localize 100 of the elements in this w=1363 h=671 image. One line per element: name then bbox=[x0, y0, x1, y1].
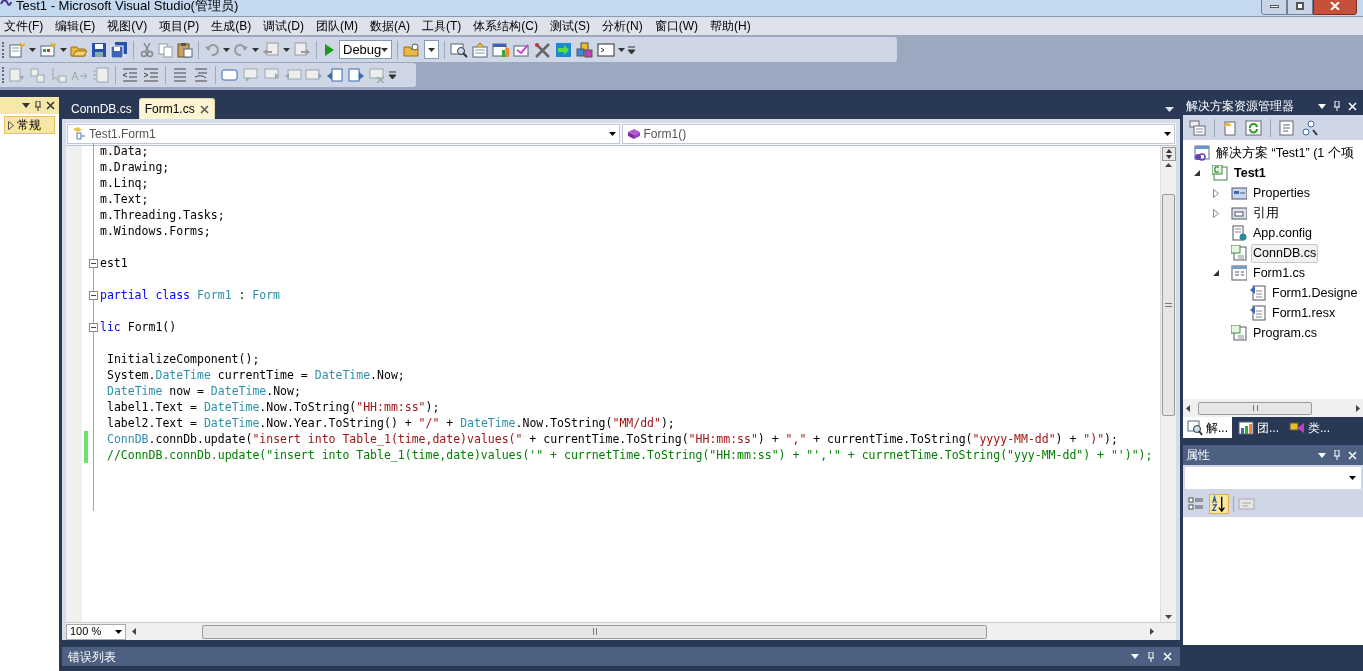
menu-item[interactable]: 工具(T) bbox=[422, 17, 462, 35]
tree-item[interactable]: 引用 bbox=[1251, 203, 1281, 223]
minimize-button[interactable] bbox=[1261, 0, 1287, 15]
class-diagram-icon[interactable] bbox=[1301, 119, 1319, 136]
menu-item[interactable]: 编辑(E) bbox=[55, 17, 96, 35]
search-combo[interactable] bbox=[424, 40, 440, 59]
indent-icon[interactable] bbox=[142, 67, 160, 83]
dropdown-icon[interactable] bbox=[22, 103, 30, 108]
caret-icon[interactable] bbox=[223, 47, 230, 52]
scroll-up-icon[interactable] bbox=[1165, 163, 1172, 167]
overflow-icon[interactable] bbox=[628, 44, 636, 55]
type-dropdown[interactable]: Test1.Form1 bbox=[67, 124, 620, 144]
command-window-icon[interactable] bbox=[597, 41, 616, 58]
tree-item[interactable]: 解决方案 “Test1” (1 个项 bbox=[1214, 143, 1356, 163]
panel-tab[interactable]: 团... bbox=[1234, 417, 1284, 438]
scroll-thumb[interactable] bbox=[1162, 194, 1175, 416]
scroll-thumb[interactable] bbox=[1198, 401, 1312, 415]
menu-item[interactable]: 团队(M) bbox=[316, 17, 358, 35]
caret-icon[interactable] bbox=[618, 47, 626, 52]
panel-tab[interactable]: 类... bbox=[1285, 417, 1335, 438]
menu-item[interactable]: 窗口(W) bbox=[654, 17, 698, 35]
search-icon[interactable] bbox=[450, 41, 469, 58]
tree-item[interactable]: ConnDB.cs bbox=[1251, 243, 1319, 263]
bookmark-icon[interactable] bbox=[221, 67, 239, 83]
close-button[interactable] bbox=[1313, 0, 1357, 15]
show-all-files-icon[interactable] bbox=[1189, 119, 1207, 136]
dropdown-icon[interactable] bbox=[1131, 654, 1139, 659]
menu-item[interactable]: 分析(N) bbox=[602, 17, 643, 35]
view-code-icon[interactable] bbox=[1278, 119, 1296, 136]
menu-item[interactable]: 视图(V) bbox=[107, 17, 148, 35]
add-item-icon[interactable] bbox=[39, 41, 57, 58]
tools-icon[interactable] bbox=[534, 41, 553, 58]
close-icon[interactable] bbox=[46, 101, 55, 110]
caret-icon[interactable] bbox=[428, 47, 436, 52]
extension-manager-icon[interactable] bbox=[576, 41, 595, 58]
document-tab[interactable]: ConnDB.cs bbox=[66, 98, 137, 119]
properties-icon[interactable] bbox=[471, 41, 490, 58]
tree-item[interactable]: Form1.resx bbox=[1270, 303, 1338, 323]
zoom-dropdown[interactable]: 100 % bbox=[66, 623, 126, 640]
refresh-icon[interactable] bbox=[1245, 119, 1263, 136]
start-icon[interactable] bbox=[322, 41, 336, 58]
collapse-icon[interactable] bbox=[89, 258, 98, 268]
collapse-icon[interactable] bbox=[89, 322, 98, 332]
tree-item[interactable]: Test1 bbox=[1232, 163, 1268, 183]
previous-bookmark-in-document-icon[interactable] bbox=[326, 67, 344, 83]
split-icon[interactable] bbox=[1161, 147, 1176, 161]
restore-button[interactable] bbox=[1287, 0, 1313, 15]
uncomment-lines-icon[interactable] bbox=[192, 67, 210, 83]
menu-item[interactable]: 文件(F) bbox=[4, 17, 44, 35]
chart-icon bbox=[1238, 419, 1254, 436]
caret-icon[interactable] bbox=[283, 47, 290, 52]
alphabetical-icon[interactable] bbox=[1209, 494, 1229, 514]
vertical-scrollbar[interactable] bbox=[1160, 146, 1176, 622]
collapse-arrow-icon[interactable] bbox=[1213, 270, 1219, 276]
object-browser-icon[interactable] bbox=[492, 41, 511, 58]
scroll-left-icon[interactable] bbox=[1186, 404, 1190, 412]
linked-file-icon bbox=[1250, 305, 1266, 321]
dropdown-icon[interactable] bbox=[1318, 103, 1326, 109]
dropdown-icon[interactable] bbox=[1318, 452, 1326, 458]
collapse-arrow-icon[interactable] bbox=[1194, 170, 1200, 176]
menu-item[interactable]: 帮助(H) bbox=[710, 17, 751, 35]
caret-icon[interactable] bbox=[252, 47, 259, 52]
toolbox-group[interactable]: 常规 bbox=[4, 116, 55, 134]
save-all-icon[interactable] bbox=[110, 41, 128, 58]
tree-item[interactable]: App.config bbox=[1251, 223, 1315, 243]
scroll-left-icon[interactable] bbox=[132, 628, 136, 635]
next-bookmark-in-document-icon[interactable] bbox=[347, 67, 365, 83]
configuration-dropdown[interactable]: Debug bbox=[339, 40, 393, 59]
caret-icon[interactable] bbox=[381, 47, 389, 52]
menu-item[interactable]: 项目(P) bbox=[159, 17, 200, 35]
menu-item[interactable]: 调试(D) bbox=[263, 17, 304, 35]
menu-item[interactable]: 数据(A) bbox=[370, 17, 410, 35]
scroll-right-icon[interactable] bbox=[1150, 628, 1154, 635]
menu-item[interactable]: 测试(S) bbox=[550, 17, 590, 35]
menu-item[interactable]: 体系结构(C) bbox=[473, 17, 538, 35]
document-tab[interactable]: Form1.cs bbox=[138, 98, 215, 119]
caret-icon[interactable] bbox=[29, 47, 36, 52]
scroll-right-icon[interactable] bbox=[1356, 404, 1360, 412]
dropdown-icon[interactable] bbox=[1165, 107, 1174, 112]
scroll-thumb[interactable] bbox=[202, 624, 987, 639]
expand-arrow-icon[interactable] bbox=[1213, 188, 1219, 198]
pin-icon[interactable] bbox=[34, 100, 42, 111]
tree-item[interactable]: Program.cs bbox=[1251, 323, 1319, 343]
save-icon[interactable] bbox=[91, 41, 107, 58]
outdent-icon[interactable] bbox=[121, 67, 139, 83]
caret-icon[interactable] bbox=[60, 47, 67, 52]
member-dropdown[interactable]: Form1() bbox=[621, 124, 1175, 144]
find-in-files-icon[interactable] bbox=[403, 41, 422, 58]
overflow-icon[interactable] bbox=[389, 70, 396, 80]
tree-item[interactable]: Form1.Designe bbox=[1270, 283, 1360, 303]
tree-item[interactable]: Properties bbox=[1251, 183, 1312, 203]
collapse-icon[interactable] bbox=[89, 290, 98, 300]
paste-icon[interactable] bbox=[177, 41, 193, 58]
menu-item[interactable]: 生成(B) bbox=[211, 17, 252, 35]
panel-tab[interactable]: 解... bbox=[1183, 417, 1232, 438]
categorized-icon[interactable] bbox=[1187, 495, 1205, 513]
tree-item[interactable]: Form1.cs bbox=[1251, 263, 1308, 283]
scroll-down-icon[interactable] bbox=[1165, 615, 1172, 619]
close-icon[interactable] bbox=[199, 104, 209, 114]
expand-arrow-icon[interactable] bbox=[1213, 208, 1219, 218]
